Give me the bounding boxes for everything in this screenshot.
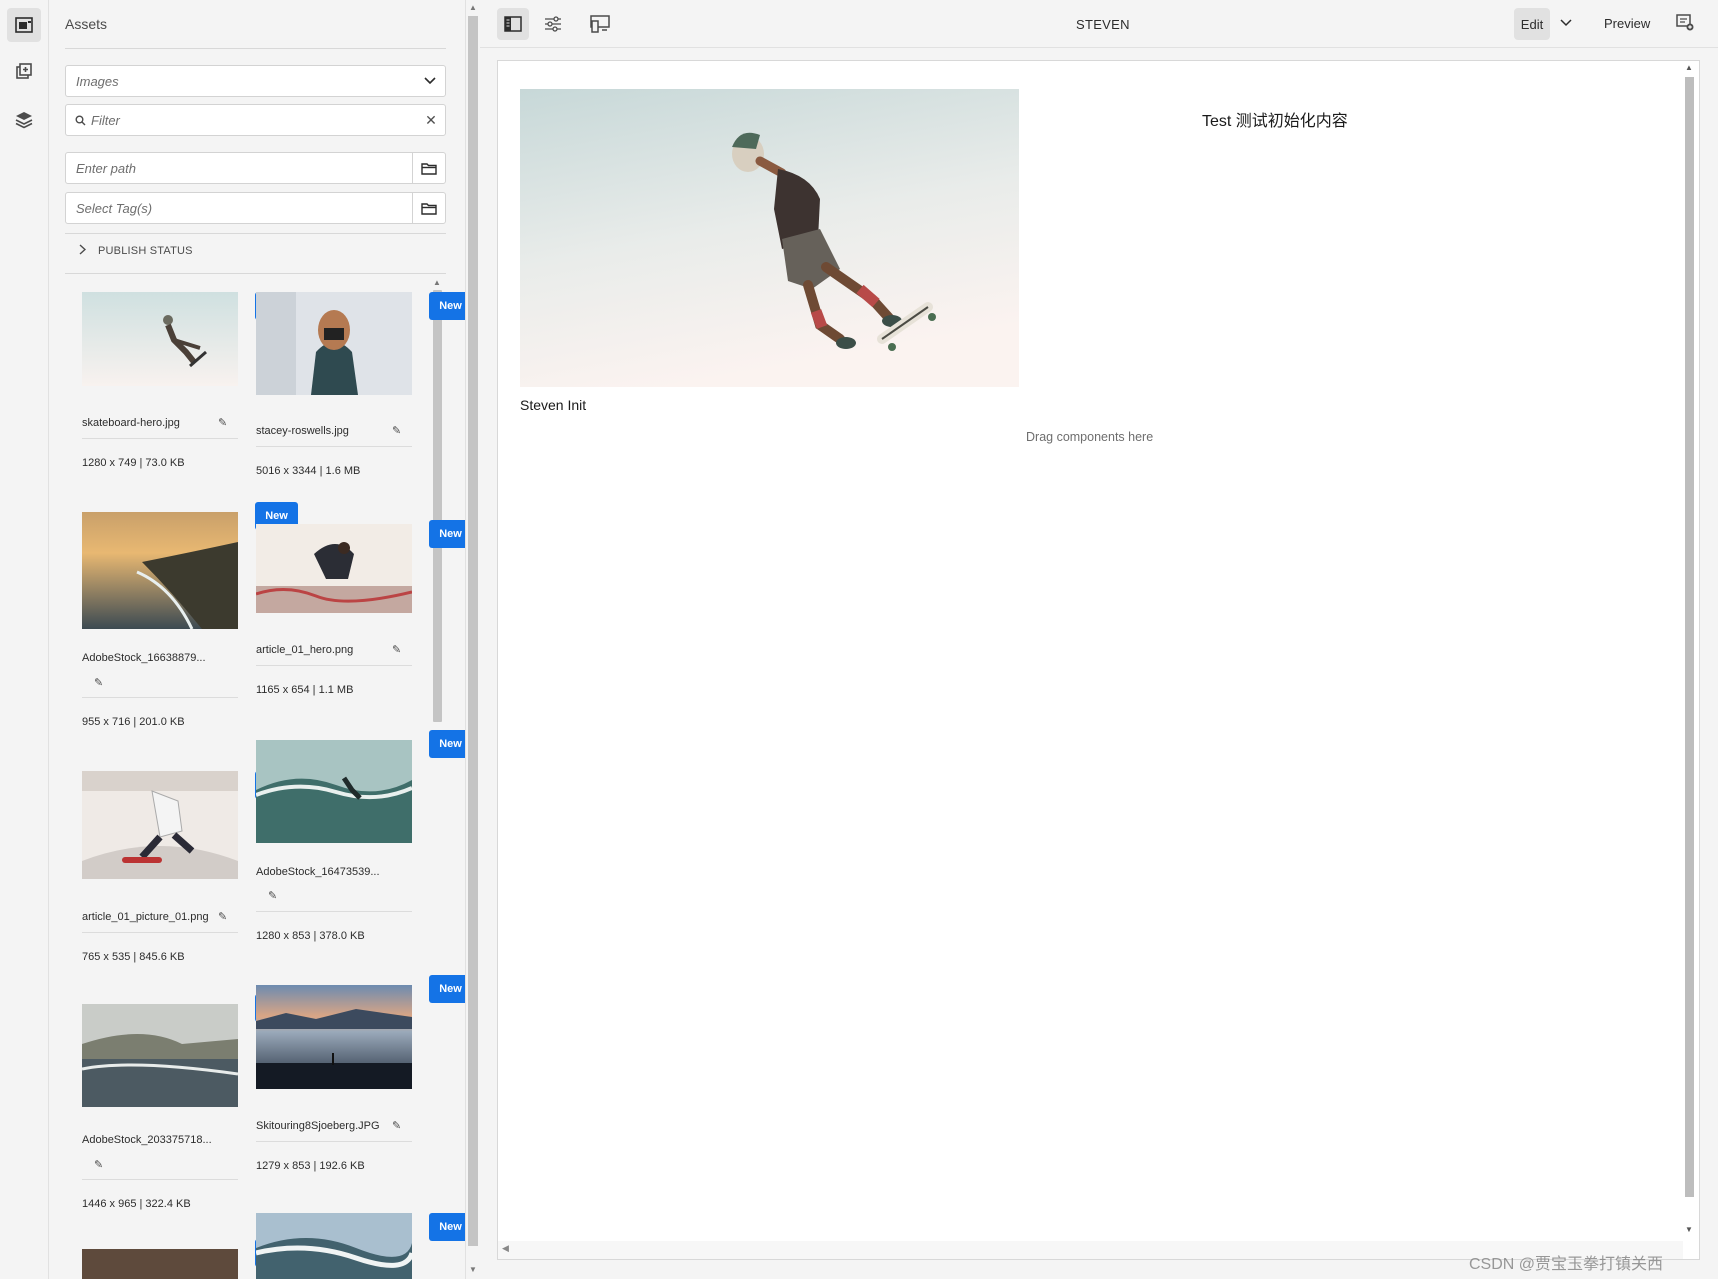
panel-scrollbar[interactable]: ▲ ▼ bbox=[465, 0, 479, 1279]
left-rail bbox=[0, 0, 49, 1279]
chevron-down-icon[interactable] bbox=[1560, 14, 1572, 32]
components-icon[interactable] bbox=[7, 55, 41, 89]
edit-mode-button[interactable]: Edit bbox=[1514, 8, 1550, 40]
asset-meta: 765 x 535 | 845.6 KB bbox=[82, 951, 185, 963]
new-badge: New bbox=[429, 520, 465, 548]
asset-thumbnail[interactable] bbox=[82, 512, 238, 629]
asset-meta: 1280 x 853 | 378.0 KB bbox=[256, 930, 365, 942]
asset-thumbnail[interactable] bbox=[82, 292, 238, 386]
asset-name: article_01_hero.png bbox=[256, 644, 354, 656]
divider bbox=[256, 911, 412, 912]
scrollbar-thumb[interactable] bbox=[468, 16, 478, 1246]
path-placeholder: Enter path bbox=[76, 160, 136, 176]
publish-status-label: PUBLISH STATUS bbox=[98, 245, 193, 257]
new-badge: New bbox=[429, 292, 465, 320]
asset-thumbnail[interactable] bbox=[82, 1004, 238, 1107]
divider bbox=[65, 273, 446, 274]
scroll-left-icon[interactable]: ◀ bbox=[502, 1243, 509, 1254]
pencil-icon[interactable]: ✎ bbox=[392, 643, 401, 656]
chevron-down-icon bbox=[415, 77, 445, 85]
asset-meta: 1280 x 749 | 73.0 KB bbox=[82, 457, 185, 469]
pencil-icon[interactable]: ✎ bbox=[218, 910, 227, 923]
asset-meta: 1279 x 853 | 192.6 KB bbox=[256, 1160, 365, 1172]
pencil-icon[interactable]: ✎ bbox=[94, 1158, 103, 1171]
scroll-down-icon[interactable]: ▼ bbox=[1685, 1225, 1693, 1234]
asset-name: Skitouring8Sjoeberg.JPG bbox=[256, 1120, 380, 1132]
canvas-scrollbar[interactable]: ▲ ▼ bbox=[1682, 63, 1696, 1238]
asset-thumbnail[interactable] bbox=[256, 292, 412, 395]
divider bbox=[82, 697, 238, 698]
new-badge: New bbox=[429, 975, 465, 1003]
panel-title: Assets bbox=[65, 16, 108, 32]
asset-name: AdobeStock_16638879... bbox=[82, 652, 206, 664]
hero-image[interactable] bbox=[520, 89, 1019, 387]
asset-thumbnail[interactable] bbox=[256, 740, 412, 843]
divider bbox=[82, 1179, 238, 1180]
asset-list-scrollbar[interactable]: ▲ bbox=[431, 278, 443, 1278]
publish-status-toggle[interactable]: PUBLISH STATUS bbox=[65, 244, 193, 258]
page-title: STEVEN bbox=[1076, 17, 1130, 32]
folder-browse-icon[interactable] bbox=[412, 153, 445, 183]
emulator-icon[interactable] bbox=[584, 8, 616, 40]
asset-thumbnail[interactable] bbox=[82, 771, 238, 879]
scrollbar-thumb[interactable] bbox=[1685, 77, 1694, 1197]
pencil-icon[interactable]: ✎ bbox=[94, 676, 103, 689]
divider bbox=[65, 48, 446, 49]
asset-meta: 1165 x 654 | 1.1 MB bbox=[256, 684, 354, 696]
scrollbar-thumb[interactable] bbox=[433, 290, 442, 722]
filter-placeholder: Filter bbox=[91, 112, 120, 128]
new-badge: New bbox=[429, 730, 465, 758]
divider bbox=[65, 233, 446, 234]
divider bbox=[256, 1141, 412, 1142]
tags-placeholder: Select Tag(s) bbox=[76, 200, 153, 216]
pencil-icon[interactable]: ✎ bbox=[268, 889, 277, 902]
drop-zone-placeholder[interactable]: Drag components here bbox=[1026, 430, 1153, 444]
divider bbox=[256, 446, 412, 447]
content-tree-icon[interactable] bbox=[7, 103, 41, 137]
asset-thumbnail[interactable] bbox=[256, 985, 412, 1089]
page-properties-icon[interactable] bbox=[537, 8, 569, 40]
text-component[interactable]: Test 测试初始化内容 bbox=[1202, 107, 1348, 131]
path-field[interactable]: Enter path bbox=[65, 152, 446, 184]
scroll-up-icon[interactable]: ▲ bbox=[1685, 63, 1693, 72]
divider bbox=[82, 438, 238, 439]
scroll-up-icon[interactable]: ▲ bbox=[433, 278, 441, 287]
asset-thumbnail[interactable] bbox=[256, 524, 412, 613]
scroll-down-icon[interactable]: ▼ bbox=[469, 1265, 477, 1274]
asset-name: article_01_picture_01.png bbox=[82, 911, 209, 923]
pencil-icon[interactable]: ✎ bbox=[392, 424, 401, 437]
title-component[interactable]: Steven Init bbox=[520, 397, 586, 413]
asset-thumbnail[interactable] bbox=[256, 1213, 412, 1279]
divider bbox=[82, 932, 238, 933]
assets-panel: Assets Images Filter ✕ Enter path Select… bbox=[50, 0, 465, 1279]
chevron-right-icon bbox=[79, 244, 87, 258]
new-badge: New bbox=[429, 1213, 465, 1241]
assets-finder-icon[interactable] bbox=[7, 8, 41, 42]
annotate-icon[interactable] bbox=[1676, 13, 1694, 36]
watermark: CSDN @贾宝玉拳打镇关西 bbox=[1469, 1256, 1664, 1273]
scroll-up-icon[interactable]: ▲ bbox=[469, 3, 477, 12]
clear-icon[interactable]: ✕ bbox=[417, 112, 445, 129]
asset-name: AdobeStock_203375718... bbox=[82, 1134, 212, 1146]
pencil-icon[interactable]: ✎ bbox=[218, 416, 227, 429]
asset-meta: 955 x 716 | 201.0 KB bbox=[82, 716, 185, 728]
divider bbox=[256, 665, 412, 666]
search-icon bbox=[66, 115, 86, 126]
asset-name: skateboard-hero.jpg bbox=[82, 417, 180, 429]
asset-type-value: Images bbox=[76, 73, 119, 89]
asset-meta: 1446 x 965 | 322.4 KB bbox=[82, 1198, 191, 1210]
editor-toolbar: STEVEN Edit Preview bbox=[480, 0, 1718, 48]
asset-name: stacey-roswells.jpg bbox=[256, 425, 349, 437]
folder-browse-icon[interactable] bbox=[412, 193, 445, 223]
toggle-side-panel-icon[interactable] bbox=[497, 8, 529, 40]
tags-field[interactable]: Select Tag(s) bbox=[65, 192, 446, 224]
pencil-icon[interactable]: ✎ bbox=[392, 1119, 401, 1132]
page-canvas[interactable]: Test 测试初始化内容 Steven Init Drag components… bbox=[497, 60, 1700, 1260]
asset-name: AdobeStock_16473539... bbox=[256, 866, 380, 878]
filter-input[interactable]: Filter ✕ bbox=[65, 104, 446, 136]
asset-thumbnail[interactable] bbox=[82, 1249, 238, 1279]
asset-meta: 5016 x 3344 | 1.6 MB bbox=[256, 465, 361, 477]
preview-button[interactable]: Preview bbox=[1604, 16, 1650, 31]
asset-type-select[interactable]: Images bbox=[65, 65, 446, 97]
